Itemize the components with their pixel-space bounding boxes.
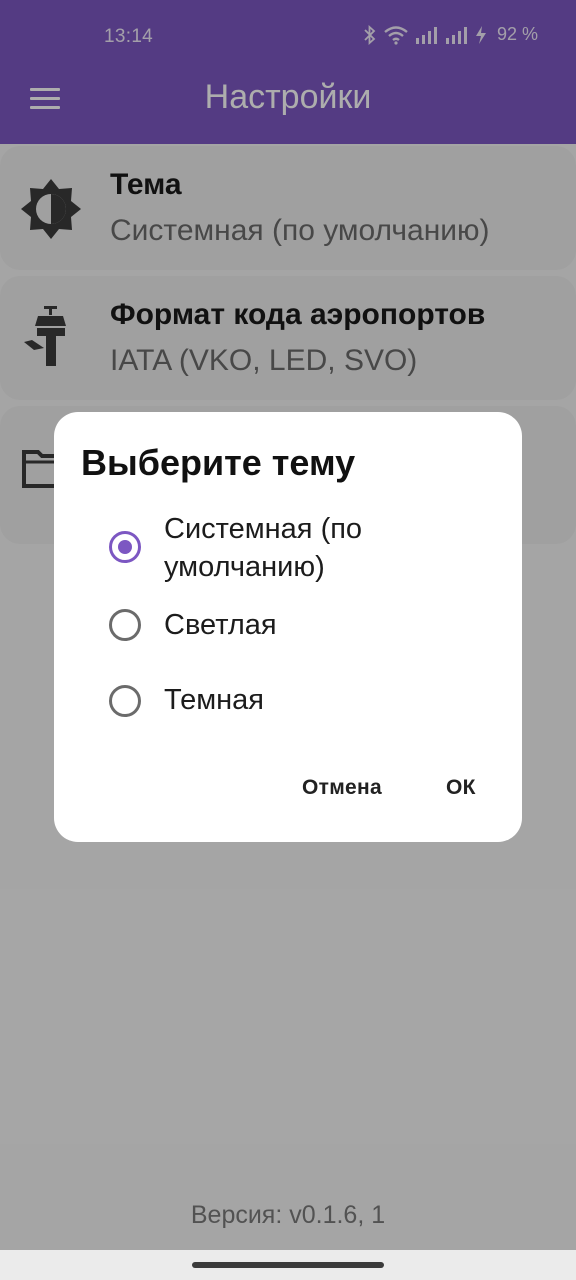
radio-selected-icon[interactable]: [109, 531, 141, 563]
option-label: Системная (по умолчанию): [164, 513, 363, 583]
navigation-bar: [0, 1250, 576, 1280]
option-label: Темная: [164, 684, 264, 716]
radio-unselected-icon[interactable]: [109, 609, 141, 641]
nav-gesture-handle[interactable]: [192, 1262, 384, 1268]
theme-option-light[interactable]: Светлая: [54, 602, 522, 650]
ok-button[interactable]: ОК: [446, 776, 476, 800]
radio-unselected-icon[interactable]: [109, 685, 141, 717]
option-label: Светлая: [164, 609, 277, 641]
theme-option-system[interactable]: Системная (по умолчанию): [54, 510, 522, 590]
theme-option-dark[interactable]: Темная: [54, 679, 522, 727]
dialog-title: Выберите тему: [81, 442, 356, 483]
theme-dialog: Выберите тему Системная (по умолчанию) С…: [54, 412, 522, 842]
cancel-button[interactable]: Отмена: [302, 776, 382, 800]
